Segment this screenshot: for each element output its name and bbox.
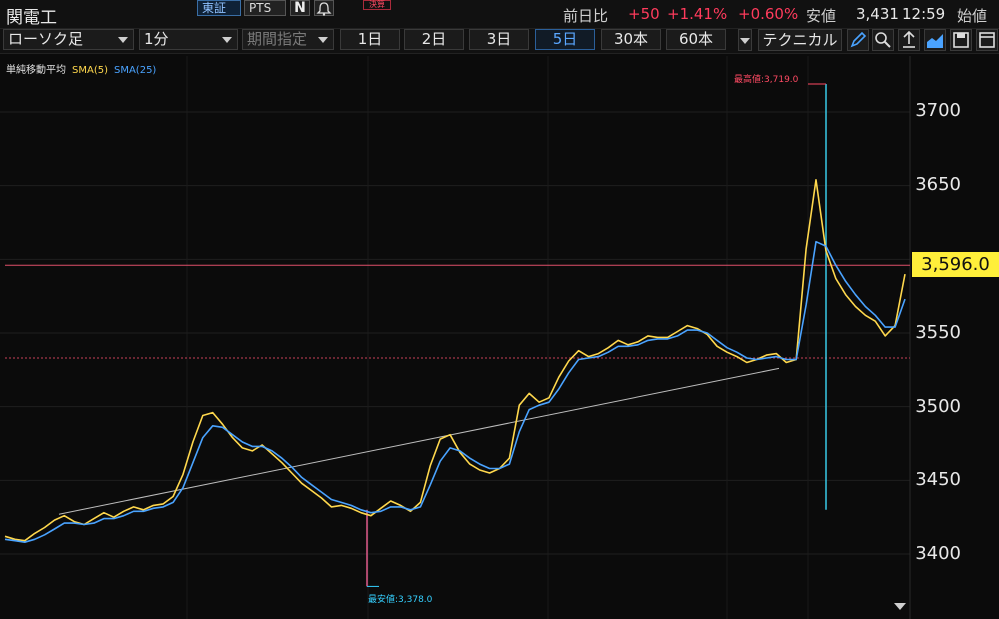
quote-time: 12:59 <box>902 5 946 23</box>
alert-bell-icon[interactable] <box>314 0 334 16</box>
y-tick-label: 3500 <box>915 396 961 417</box>
series-line-sma25 <box>4 240 906 544</box>
scroll-down-icon[interactable] <box>894 603 906 610</box>
pts-tab[interactable]: PTS <box>244 0 286 16</box>
y-tick-label: 3400 <box>915 543 961 564</box>
series-line-sma5 <box>4 179 906 542</box>
high-annotation: 最高値:3,719.0 <box>734 75 799 85</box>
y-tick-label: 3650 <box>915 174 961 195</box>
price-chart[interactable] <box>0 56 999 619</box>
range-5d-button[interactable]: 5日 <box>535 29 595 50</box>
period-value: 期間指定 <box>247 30 308 48</box>
trend-line <box>58 367 780 515</box>
interval-select[interactable]: 1分 <box>139 29 238 50</box>
range-60-bars-button[interactable]: 60本 <box>666 29 726 50</box>
low-annotation: 最安値:3,378.0 <box>368 595 433 605</box>
header-bar <box>0 0 999 28</box>
area-chart-icon[interactable] <box>924 29 946 51</box>
exchange-tab[interactable]: 東証 <box>197 0 241 16</box>
zoom-icon[interactable] <box>872 29 894 51</box>
y-tick-label: 3700 <box>915 100 961 121</box>
stock-name: 関電工 <box>6 8 57 28</box>
prev-day-label: 前日比 <box>563 7 609 25</box>
secondary-percent: +0.60% <box>738 5 799 23</box>
chart-type-select[interactable]: ローソク足 <box>3 29 134 50</box>
change-percent: +1.41% <box>667 5 728 23</box>
open-label: 始値 <box>957 7 988 25</box>
technical-button[interactable]: テクニカル <box>758 29 842 51</box>
range-more-button[interactable] <box>738 29 752 51</box>
period-select[interactable]: 期間指定 <box>242 29 334 50</box>
low-label: 安値 <box>806 7 837 25</box>
chevron-down-icon <box>222 37 232 43</box>
export-icon[interactable] <box>898 29 920 51</box>
n-button[interactable]: N <box>290 0 310 16</box>
range-2d-button[interactable]: 2日 <box>404 29 464 50</box>
y-tick-label: 3450 <box>915 469 961 490</box>
low-value: 3,431 <box>856 5 899 23</box>
chevron-down-icon <box>118 37 128 43</box>
y-tick-label: 3550 <box>915 322 961 343</box>
change-value: +50 <box>628 5 660 23</box>
earnings-badge: 決算 <box>363 0 391 10</box>
window-icon[interactable] <box>976 29 998 51</box>
save-icon[interactable] <box>950 29 972 51</box>
chart-type-value: ローソク足 <box>8 30 84 48</box>
range-3d-button[interactable]: 3日 <box>469 29 529 50</box>
range-30-bars-button[interactable]: 30本 <box>601 29 661 50</box>
chevron-down-icon <box>318 37 328 43</box>
current-price-box: 3,596.0 <box>912 252 999 277</box>
range-1d-button[interactable]: 1日 <box>340 29 400 50</box>
pencil-icon[interactable] <box>847 29 869 51</box>
interval-value: 1分 <box>144 30 169 48</box>
